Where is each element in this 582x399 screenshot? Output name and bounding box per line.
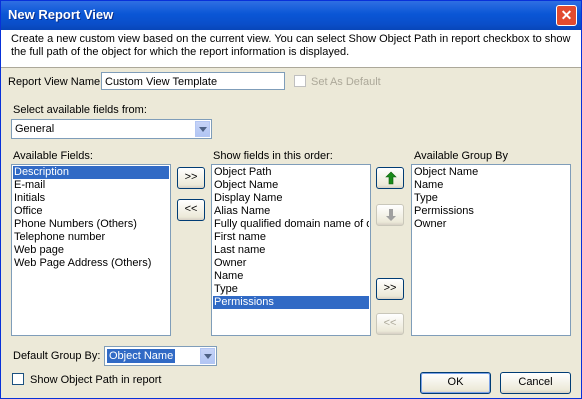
list-item[interactable]: Name [413,179,569,192]
list-item[interactable]: Object Path [213,166,369,179]
title-bar[interactable]: New Report View ✕ [1,1,581,30]
list-item[interactable]: E-mail [13,179,169,192]
list-item[interactable]: Permissions [413,205,569,218]
list-item[interactable]: Description [13,166,169,179]
remove-group-by-button[interactable]: << [376,313,404,335]
move-up-button[interactable] [376,167,404,189]
default-group-by-dropdown[interactable]: Object Name [104,346,217,366]
fields-source-label: Select available fields from: [13,104,147,116]
list-item[interactable]: Fully qualified domain name of ol [213,218,369,231]
add-group-by-button[interactable]: >> [376,278,404,300]
fields-source-dropdown[interactable]: General [11,119,212,139]
remove-field-button[interactable]: << [177,199,205,221]
show-fields-list[interactable]: Object Path Object Name Display Name Ali… [211,164,371,336]
chevron-down-icon[interactable] [200,348,215,364]
remove-group-by-label: << [383,317,397,329]
available-fields-label: Available Fields: [13,150,93,162]
dialog-title: New Report View [8,7,114,22]
list-item[interactable]: Web page [13,244,169,257]
report-view-name-input[interactable]: Custom View Template [101,72,285,90]
list-item[interactable]: Object Name [413,166,569,179]
list-item[interactable]: Last name [213,244,369,257]
show-fields-label: Show fields in this order: [213,150,333,162]
show-object-path-checkbox[interactable] [12,373,24,385]
add-field-label: >> [184,171,198,183]
cancel-button[interactable]: Cancel [500,372,571,394]
description-panel: Create a new custom view based on the cu… [1,30,581,68]
move-down-button[interactable] [376,204,404,226]
list-item[interactable]: Permissions [213,296,369,309]
list-item[interactable]: Telephone number [13,231,169,244]
list-item[interactable]: Office [13,205,169,218]
cancel-label: Cancel [518,376,553,388]
add-field-button[interactable]: >> [177,167,205,189]
available-group-by-list[interactable]: Object Name Name Type Permissions Owner [411,164,571,336]
list-item[interactable]: Type [413,192,569,205]
default-group-by-label: Default Group By: [13,350,101,362]
list-item[interactable]: Type [213,283,369,296]
available-group-by-label: Available Group By [414,150,508,162]
up-arrow-icon [385,171,397,185]
list-item[interactable]: Owner [413,218,569,231]
close-button[interactable]: ✕ [556,5,577,26]
list-item[interactable]: First name [213,231,369,244]
list-item[interactable]: Name [213,270,369,283]
list-item[interactable]: Initials [13,192,169,205]
available-fields-list[interactable]: Description E-mail Initials Office Phone… [11,164,171,336]
chevron-down-icon[interactable] [195,121,210,137]
list-item[interactable]: Owner [213,257,369,270]
list-item[interactable]: Object Name [213,179,369,192]
list-item[interactable]: Alias Name [213,205,369,218]
remove-field-label: << [184,203,198,215]
report-view-name-label: Report View Name: [8,76,104,88]
down-arrow-icon [386,209,396,221]
dialog-description: Create a new custom view based on the cu… [11,33,571,58]
close-icon: ✕ [560,7,573,23]
set-as-default-checkbox[interactable] [294,75,306,87]
ok-button[interactable]: OK [420,372,491,394]
new-report-view-dialog: New Report View ✕ Create a new custom vi… [0,0,582,399]
fields-source-value: General [15,123,55,135]
add-group-by-label: >> [383,282,397,294]
show-object-path-label: Show Object Path in report [30,374,162,386]
default-group-by-value: Object Name [107,349,176,363]
set-as-default-label: Set As Default [311,76,381,88]
list-item[interactable]: Phone Numbers (Others) [13,218,169,231]
ok-label: OK [447,376,464,388]
list-item[interactable]: Web Page Address (Others) [13,257,169,270]
list-item[interactable]: Display Name [213,192,369,205]
